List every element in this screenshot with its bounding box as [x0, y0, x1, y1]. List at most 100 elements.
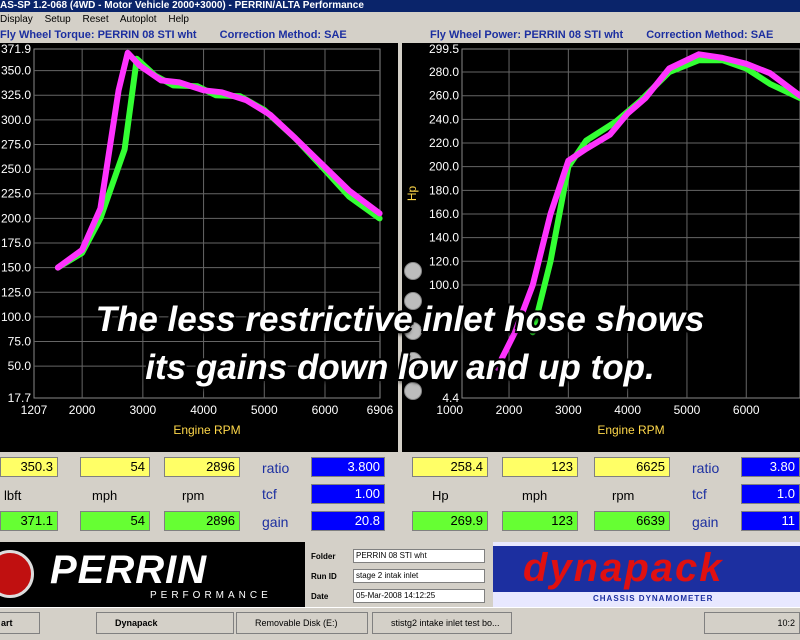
mph-peak-value: 54	[80, 511, 150, 531]
menu-reset[interactable]: Reset	[83, 14, 109, 25]
perrin-emblem-icon	[0, 550, 34, 598]
power-ratio-value[interactable]: 3.80	[741, 457, 800, 477]
power-gain-label: gain	[692, 514, 719, 530]
dynapack-logo: dynapack CHASSIS DYNAMOMETER	[493, 542, 800, 607]
ratio-label: ratio	[262, 460, 290, 476]
torque-current-value: 350.3	[0, 457, 58, 477]
run-id-field[interactable]: stage 2 intak inlet	[353, 569, 485, 583]
power-y-tick-label: 160.0	[429, 207, 459, 221]
power-series-1-line	[529, 57, 800, 336]
taskbar-item-removable-disk[interactable]: Removable Disk (E:)	[236, 612, 368, 634]
power-peak-value: 269.9	[412, 511, 488, 531]
menu-setup[interactable]: Setup	[45, 14, 71, 25]
power-tcf-label: tcf	[692, 486, 707, 502]
power-tcf-value[interactable]: 1.0	[741, 484, 800, 504]
power-y-tick-label: 120.0	[429, 254, 459, 268]
power-x-axis-label: Engine RPM	[597, 423, 664, 437]
taskbar-item-dynapack[interactable]: Dynapack	[96, 612, 234, 634]
power-current-value: 258.4	[412, 457, 488, 477]
run-info-panel: Folder PERRIN 08 STI wht Run ID stage 2 …	[305, 542, 493, 607]
torque-y-tick-label: 250.0	[1, 162, 31, 176]
torque-x-tick-label: 6906	[367, 403, 394, 417]
torque-y-tick-label: 325.0	[1, 88, 31, 102]
tcf-label: tcf	[262, 486, 277, 502]
power-x-tick-label: 2000	[496, 403, 523, 417]
perrin-subtitle: PERFORMANCE	[150, 590, 272, 601]
dynapack-wordmark: dynapack	[523, 546, 724, 590]
rpm-peak-value: 2896	[164, 511, 240, 531]
power-y-tick-label: 299.5	[429, 42, 459, 56]
torque-y-tick-label: 175.0	[1, 236, 31, 250]
power-x-tick-label: 6000	[733, 403, 760, 417]
scroll-dot-icon[interactable]	[404, 262, 422, 280]
power-unit-label: Hp	[432, 488, 449, 503]
power-y-tick-label: 220.0	[429, 136, 459, 150]
power-y-tick-label: 260.0	[429, 89, 459, 103]
torque-y-tick-label: 150.0	[1, 261, 31, 275]
power-mph-peak-value: 123	[502, 511, 578, 531]
ratio-value[interactable]: 3.800	[311, 457, 385, 477]
mph-unit-label: mph	[92, 488, 118, 503]
power-y-tick-label: 140.0	[429, 231, 459, 245]
torque-x-tick-label: 6000	[312, 403, 339, 417]
mph-current-value: 54	[80, 457, 150, 477]
window-title: AS-SP 1.2-068 (4WD - Motor Vehicle 2000+…	[0, 0, 800, 12]
taskbar-item-test-doc[interactable]: stistg2 intake inlet test bo...	[372, 612, 512, 634]
power-y-tick-label: 100.0	[429, 278, 459, 292]
power-rpm-peak-value: 6639	[594, 511, 670, 531]
power-y-tick-label: 180.0	[429, 183, 459, 197]
torque-y-tick-label: 275.0	[1, 137, 31, 151]
torque-x-tick-label: 3000	[130, 403, 157, 417]
menu-autoplot[interactable]: Autoplot	[120, 14, 157, 25]
date-label: Date	[311, 592, 329, 601]
taskbar: art Dynapack Removable Disk (E:) stistg2…	[0, 607, 800, 640]
perrin-wordmark: PERRIN	[50, 548, 208, 592]
power-y-tick-label: 240.0	[429, 112, 459, 126]
power-y-tick-label: 200.0	[429, 160, 459, 174]
torque-x-tick-label: 2000	[69, 403, 96, 417]
gain-value[interactable]: 20.8	[311, 511, 385, 531]
power-x-tick-label: 4000	[614, 403, 641, 417]
torque-peak-value: 371.1	[0, 511, 58, 531]
power-rpm-current-value: 6625	[594, 457, 670, 477]
torque-y-tick-label: 225.0	[1, 187, 31, 201]
power-y-axis-label: Hp	[405, 186, 419, 202]
power-rpm-unit-label: rpm	[612, 488, 635, 503]
folder-field[interactable]: PERRIN 08 STI wht	[353, 549, 485, 563]
caption-line-1: The less restrictive inlet hose shows	[95, 300, 705, 339]
power-mph-current-value: 123	[502, 457, 578, 477]
gain-label: gain	[262, 514, 289, 530]
dynapack-subtitle: CHASSIS DYNAMOMETER	[593, 594, 714, 603]
caption-overlay: The less restrictive inlet hose shows it…	[0, 296, 800, 392]
menu-display[interactable]: Display	[0, 14, 33, 25]
power-x-tick-label: 3000	[555, 403, 582, 417]
torque-y-tick-label: 200.0	[1, 211, 31, 225]
run-id-label: Run ID	[311, 572, 337, 581]
torque-x-axis-label: Engine RPM	[173, 423, 240, 437]
tcf-value[interactable]: 1.00	[311, 484, 385, 504]
system-tray-clock: 10:2	[704, 612, 800, 634]
folder-label: Folder	[311, 552, 336, 561]
menu-bar: Display Setup Reset Autoplot Help	[0, 12, 800, 27]
rpm-current-value: 2896	[164, 457, 240, 477]
date-field[interactable]: 05-Mar-2008 14:12:25	[353, 589, 485, 603]
branding-strip: PERRIN PERFORMANCE Folder PERRIN 08 STI …	[0, 542, 800, 607]
torque-y-tick-label: 371.9	[1, 42, 31, 56]
torque-series-2-line	[54, 49, 383, 271]
readout-panel: 350.3 54 2896 lbft mph rpm 371.1 54 2896…	[0, 452, 800, 542]
torque-x-tick-label: 5000	[251, 403, 278, 417]
torque-unit-label: lbft	[4, 488, 22, 503]
torque-x-tick-label: 1207	[21, 403, 48, 417]
power-gain-value[interactable]: 11	[741, 511, 800, 531]
menu-help[interactable]: Help	[168, 14, 189, 25]
start-button[interactable]: art	[0, 612, 40, 634]
power-x-tick-label: 5000	[674, 403, 701, 417]
power-x-tick-label: 1000	[436, 403, 463, 417]
rpm-unit-label: rpm	[182, 488, 205, 503]
torque-x-tick-label: 4000	[190, 403, 217, 417]
caption-line-2: its gains down low and up top.	[145, 348, 655, 387]
power-mph-unit-label: mph	[522, 488, 548, 503]
power-y-tick-label: 280.0	[429, 65, 459, 79]
power-ratio-label: ratio	[692, 460, 720, 476]
torque-y-tick-label: 350.0	[1, 64, 31, 78]
